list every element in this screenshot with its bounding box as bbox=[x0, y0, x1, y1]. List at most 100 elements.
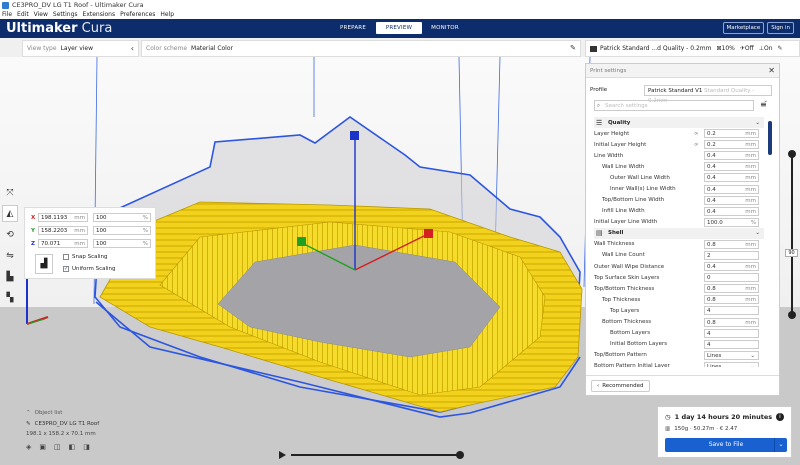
uniform-scaling-box[interactable]: ✓ bbox=[63, 266, 69, 272]
path-slider-handle[interactable] bbox=[456, 451, 464, 459]
scale-y-mm-input[interactable]: 158.2203 mm bbox=[38, 226, 88, 235]
scale-z-mm-input[interactable]: 70.071 mm bbox=[38, 239, 88, 248]
setting-input[interactable]: 4 bbox=[704, 339, 759, 349]
top-view-icon[interactable]: ◫ bbox=[54, 443, 61, 451]
menu-edit[interactable]: Edit bbox=[17, 11, 29, 18]
setting-row: Top/Bottom Thickness 0.8 mm bbox=[594, 283, 764, 294]
close-icon[interactable]: ✕ bbox=[768, 66, 775, 75]
play-icon[interactable] bbox=[279, 451, 286, 459]
setting-input[interactable]: 4 bbox=[704, 306, 759, 316]
scale-panel: X 198.1193 mm 100% Y 158.2203 mm 100% Z 70… bbox=[24, 207, 156, 279]
scale-tool-icon[interactable]: ◭ bbox=[2, 205, 18, 222]
settings-search-input[interactable]: ⌕ Search settings bbox=[594, 100, 754, 111]
layer-number-input[interactable]: 90 bbox=[785, 249, 798, 257]
setting-label: Top Thickness bbox=[602, 296, 641, 303]
print-setup-selector[interactable]: Patrick Standard ...d Quality - 0.2mm ⊠ … bbox=[585, 40, 800, 57]
scale-x-percent-input[interactable]: 100% bbox=[93, 213, 151, 222]
chevron-down-icon: ⌄ bbox=[750, 352, 755, 359]
setting-input[interactable]: 0.2 mm bbox=[704, 129, 759, 139]
tab-monitor[interactable]: MONITOR bbox=[422, 22, 468, 34]
settings-section-quality[interactable]: ☰ Quality ⌄ bbox=[594, 117, 764, 128]
object-file-name[interactable]: ✎ CE3PRO_DV LG T1 Roof bbox=[26, 421, 146, 427]
marketplace-button[interactable]: Marketplace bbox=[722, 22, 765, 34]
color-scheme-selector[interactable]: Color scheme Material Color ✎ bbox=[141, 40, 581, 57]
info-icon[interactable]: i bbox=[776, 413, 784, 421]
setting-row: Bottom Thickness 0.8 mm bbox=[594, 317, 764, 328]
setting-input[interactable]: 0.4 mm bbox=[704, 173, 759, 183]
menu-view[interactable]: View bbox=[34, 11, 48, 18]
front-view-icon[interactable]: ▣ bbox=[39, 443, 46, 451]
setting-input[interactable]: 0.4 mm bbox=[704, 184, 759, 194]
mirror-tool-icon[interactable]: ⇋ bbox=[2, 247, 18, 264]
save-to-file-button[interactable]: Save to File ⌄ bbox=[665, 438, 787, 452]
layer-slider[interactable]: 90 bbox=[785, 148, 798, 319]
settings-list[interactable]: ☰ Quality ⌄ Layer Height ∞ 0.2 mm Initial Layer… bbox=[594, 117, 764, 367]
setting-input[interactable]: 0.2 mm bbox=[704, 140, 759, 150]
scale-y-percent-input[interactable]: 100% bbox=[93, 226, 151, 235]
support-blocker-icon[interactable]: ▚ bbox=[2, 289, 18, 306]
move-tool-icon[interactable]: ⤧ bbox=[2, 184, 18, 201]
menu-extensions[interactable]: Extensions bbox=[83, 11, 116, 18]
snap-scaling-checkbox[interactable]: Snap Scaling bbox=[63, 254, 108, 260]
setting-input[interactable]: 4 bbox=[704, 328, 759, 338]
setting-label: Top/Bottom Pattern bbox=[594, 352, 647, 359]
z-axis-label: Z bbox=[31, 240, 35, 247]
left-view-icon[interactable]: ◧ bbox=[69, 443, 76, 451]
lay-flat-button[interactable]: ▟ bbox=[35, 254, 53, 274]
layer-slider-bottom-handle[interactable] bbox=[788, 311, 796, 319]
setting-input[interactable]: 0.4 mm bbox=[704, 162, 759, 172]
layer-playback-slider[interactable] bbox=[279, 451, 464, 460]
setting-input[interactable]: 0.4 mm bbox=[704, 206, 759, 216]
settings-scrollbar[interactable] bbox=[768, 121, 772, 361]
uniform-scaling-checkbox[interactable]: ✓ Uniform Scaling bbox=[63, 266, 116, 272]
chevron-left-icon[interactable]: ‹ bbox=[131, 44, 134, 53]
tab-prepare[interactable]: PREPARE bbox=[330, 22, 376, 34]
right-view-icon[interactable]: ◨ bbox=[83, 443, 90, 451]
settings-scrollbar-thumb[interactable] bbox=[768, 121, 772, 155]
setting-input[interactable]: 0.8 mm bbox=[704, 239, 759, 249]
setting-input[interactable]: 0.4 mm bbox=[704, 195, 759, 205]
material-usage: 150g · 50.27m · € 2.47 bbox=[674, 426, 738, 432]
setting-input[interactable]: 0 bbox=[704, 273, 759, 283]
search-icon: ⌕ bbox=[597, 103, 601, 109]
setting-input[interactable]: 100.0% bbox=[704, 217, 759, 227]
setting-select[interactable]: Lines ⌄ bbox=[704, 361, 759, 367]
setting-input[interactable]: 0.4 mm bbox=[704, 262, 759, 272]
rotate-tool-icon[interactable]: ⟲ bbox=[2, 226, 18, 243]
layer-slider-top-handle[interactable] bbox=[788, 150, 796, 158]
path-slider-track[interactable] bbox=[291, 454, 459, 456]
sign-in-button[interactable]: Sign in bbox=[767, 22, 794, 34]
chevron-down-icon[interactable]: ⌄ bbox=[774, 438, 787, 452]
tab-preview[interactable]: PREVIEW bbox=[376, 22, 422, 34]
recommended-button[interactable]: ‹ Recommended bbox=[591, 380, 650, 392]
per-model-settings-icon[interactable]: ▙ bbox=[2, 268, 18, 285]
scale-z-percent-input[interactable]: 100% bbox=[93, 239, 151, 248]
object-list-toggle[interactable]: ⌃ Object list bbox=[26, 410, 146, 416]
3d-view-icon[interactable]: ◈ bbox=[26, 443, 31, 451]
menu-preferences[interactable]: Preferences bbox=[120, 11, 155, 18]
settings-visibility-menu-icon[interactable]: ≡ bbox=[760, 100, 767, 112]
snap-scaling-box[interactable] bbox=[63, 254, 69, 260]
setting-input[interactable]: 0.4 mm bbox=[704, 151, 759, 161]
profile-dropdown[interactable]: Patrick Standard V1 Standard Quality - 0… bbox=[644, 84, 772, 104]
menu-settings[interactable]: Settings bbox=[53, 11, 78, 18]
setting-input[interactable]: 0.8 mm bbox=[704, 317, 759, 327]
chevron-down-icon: ⌄ bbox=[750, 363, 755, 367]
setting-input[interactable]: 0.8 mm bbox=[704, 284, 759, 294]
setting-input[interactable]: 0.8 mm bbox=[704, 295, 759, 305]
scale-x-mm-input[interactable]: 198.1193 mm bbox=[38, 213, 88, 222]
window-title: CE3PRO_DV LG T1 Roof - Ultimaker Cura bbox=[12, 1, 144, 9]
pencil-icon[interactable]: ✎ bbox=[570, 44, 576, 52]
view-type-selector[interactable]: View type Layer view ‹ bbox=[22, 40, 139, 57]
setting-row: Outer Wall Line Width 0.4 mm bbox=[594, 172, 764, 183]
menu-help[interactable]: Help bbox=[160, 11, 174, 18]
pencil-icon[interactable]: ✎ bbox=[778, 45, 783, 52]
settings-section-shell[interactable]: ▤ Shell ⌄ bbox=[594, 227, 764, 239]
menu-file[interactable]: File bbox=[2, 11, 12, 18]
setting-row: Top/Bottom Pattern Lines ⌄ bbox=[594, 350, 764, 361]
print-settings-footer: ‹ Recommended bbox=[586, 375, 779, 396]
setting-select[interactable]: Lines ⌄ bbox=[704, 350, 759, 360]
setting-input[interactable]: 2 bbox=[704, 250, 759, 260]
view-type-value: Layer view bbox=[60, 45, 94, 52]
layer-slider-track[interactable] bbox=[791, 154, 793, 318]
